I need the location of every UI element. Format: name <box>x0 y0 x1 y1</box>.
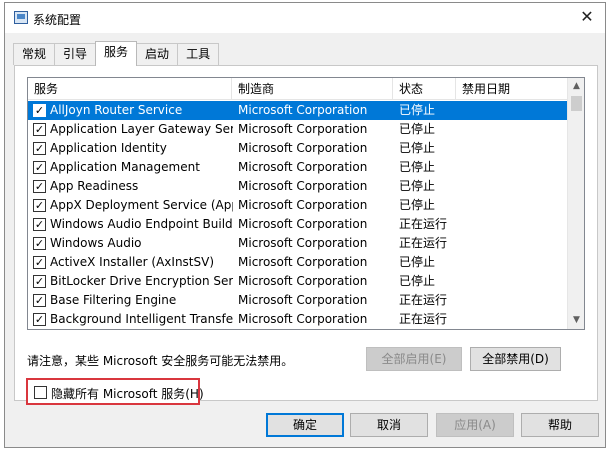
close-button[interactable]: ✕ <box>575 6 599 28</box>
service-name-cell: App Readiness <box>50 179 139 193</box>
manufacturer-cell: Microsoft Corporation <box>238 329 398 330</box>
table-row[interactable]: ✓ ActiveX Installer (AxInstSV) Microsoft C… <box>28 253 567 272</box>
system-config-icon <box>14 11 28 24</box>
service-name-cell: Application Management <box>50 160 200 174</box>
scroll-down-icon[interactable]: ▼ <box>568 312 584 329</box>
services-list: 服务 制造商 状态 禁用日期 ✓ AllJoyn Router Service Mi… <box>27 77 585 330</box>
hide-ms-services-highlight: 隐藏所有 Microsoft 服务(H) <box>26 378 204 405</box>
status-cell: 正在运行 <box>399 217 448 231</box>
manufacturer-cell: Microsoft Corporation <box>238 198 368 212</box>
service-name-cell: Background Tasks Infrastructure ... <box>50 329 233 330</box>
table-row[interactable]: ✓ Windows Audio Endpoint Builder Microsoft… <box>28 215 567 234</box>
table-row[interactable]: ✓ AppX Deployment Service (AppX... Microso… <box>28 196 567 215</box>
manufacturer-cell: Microsoft Corporation <box>238 274 368 288</box>
service-checkbox[interactable]: ✓ <box>33 294 46 307</box>
manufacturer-cell: Microsoft Corporation <box>238 122 368 136</box>
status-cell: 已停止 <box>399 122 436 136</box>
service-name-cell: AllJoyn Router Service <box>50 103 183 117</box>
status-cell: 已停止 <box>399 141 436 155</box>
service-checkbox[interactable]: ✓ <box>33 104 46 117</box>
table-row[interactable]: ✓ BitLocker Drive Encryption Service Micro… <box>28 272 567 291</box>
column-header-manufacturer[interactable]: 制造商 <box>232 78 393 100</box>
apply-button[interactable]: 应用(A) <box>436 413 514 437</box>
status-cell: 已停止 <box>399 274 436 288</box>
status-cell: 已停止 <box>399 160 436 174</box>
help-button[interactable]: 帮助 <box>521 413 599 437</box>
tab-tools[interactable]: 工具 <box>177 43 220 65</box>
service-name-cell: Windows Audio <box>50 236 142 250</box>
table-row[interactable]: ✓ Application Management Microsoft Corpora… <box>28 158 567 177</box>
enable-all-button[interactable]: 全部启用(E) <box>366 347 462 371</box>
table-row[interactable]: ✓Background Tasks Infrastructure ...Micr… <box>28 329 567 330</box>
scroll-thumb[interactable] <box>571 96 582 111</box>
title-bar: 系统配置 ✕ <box>5 3 605 33</box>
services-panel: 服务 制造商 状态 禁用日期 ✓ AllJoyn Router Service Mi… <box>14 65 598 405</box>
manufacturer-cell: Microsoft Corporation <box>238 217 368 231</box>
manufacturer-cell: Microsoft Corporation <box>238 179 368 193</box>
hide-ms-services-label[interactable]: 隐藏所有 Microsoft 服务(H) <box>51 385 204 402</box>
tab-bar: 常规 引导 服务 启动 工具 <box>13 41 220 66</box>
column-header-disabled-date[interactable]: 禁用日期 <box>456 78 567 100</box>
hide-ms-services-checkbox[interactable] <box>34 386 47 399</box>
window-title: 系统配置 <box>33 13 82 27</box>
status-cell: 已停止 <box>399 179 436 193</box>
service-name-cell: Application Layer Gateway Service <box>50 122 233 136</box>
table-row[interactable]: ✓ Application Layer Gateway Service Micros… <box>28 120 567 139</box>
scroll-up-icon[interactable]: ▲ <box>568 78 584 95</box>
column-header-service[interactable]: 服务 <box>28 78 232 100</box>
service-checkbox[interactable]: ✓ <box>33 275 46 288</box>
service-checkbox[interactable]: ✓ <box>33 218 46 231</box>
status-cell: 正在运行 <box>399 236 448 250</box>
service-name-cell: Application Identity <box>50 141 167 155</box>
table-row[interactable]: ✓ AllJoyn Router Service Microsoft Corpora… <box>28 101 567 120</box>
manufacturer-cell: Microsoft Corporation <box>238 160 368 174</box>
manufacturer-cell: Microsoft Corporation <box>238 255 368 269</box>
status-cell: 正在运行 <box>399 329 455 330</box>
tab-boot[interactable]: 引导 <box>54 43 97 65</box>
column-header-status[interactable]: 状态 <box>393 78 456 100</box>
tab-startup[interactable]: 启动 <box>136 43 179 65</box>
table-row[interactable]: ✓ App Readiness Microsoft Corporation 已停止 <box>28 177 567 196</box>
services-rows: ✓ AllJoyn Router Service Microsoft Corpora… <box>28 101 567 330</box>
status-cell: 已停止 <box>399 198 436 212</box>
service-checkbox[interactable]: ✓ <box>33 180 46 193</box>
service-name-cell: Windows Audio Endpoint Builder <box>50 217 233 231</box>
ok-button[interactable]: 确定 <box>266 413 344 437</box>
service-name-cell: Background Intelligent Transfer ... <box>50 312 233 326</box>
manufacturer-cell: Microsoft Corporation <box>238 236 368 250</box>
cancel-button[interactable]: 取消 <box>350 413 428 437</box>
table-row[interactable]: ✓ Windows Audio Microsoft Corporation 正在运行 <box>28 234 567 253</box>
vertical-scrollbar[interactable]: ▲ ▼ <box>567 78 584 329</box>
manufacturer-cell: Microsoft Corporation <box>238 312 368 326</box>
service-checkbox[interactable]: ✓ <box>33 313 46 326</box>
manufacturer-cell: Microsoft Corporation <box>238 103 368 117</box>
service-checkbox[interactable]: ✓ <box>33 237 46 250</box>
status-cell: 已停止 <box>399 255 436 269</box>
service-name-cell: AppX Deployment Service (AppX... <box>50 198 233 212</box>
service-checkbox[interactable]: ✓ <box>33 161 46 174</box>
service-checkbox[interactable]: ✓ <box>33 123 46 136</box>
table-row[interactable]: ✓ Base Filtering Engine Microsoft Corporat… <box>28 291 567 310</box>
service-name-cell: ActiveX Installer (AxInstSV) <box>50 255 215 269</box>
list-header: 服务 制造商 状态 禁用日期 <box>28 78 567 100</box>
disable-all-button[interactable]: 全部禁用(D) <box>470 347 561 371</box>
status-cell: 正在运行 <box>399 293 448 307</box>
manufacturer-cell: Microsoft Corporation <box>238 293 368 307</box>
service-name-cell: Base Filtering Engine <box>50 293 177 307</box>
notice-text: 请注意，某些 Microsoft 安全服务可能无法禁用。 <box>27 354 294 368</box>
manufacturer-cell: Microsoft Corporation <box>238 141 368 155</box>
service-name-cell: BitLocker Drive Encryption Service <box>50 274 233 288</box>
table-row[interactable]: ✓ Application Identity Microsoft Corporati… <box>28 139 567 158</box>
status-cell: 已停止 <box>399 103 436 117</box>
tab-services[interactable]: 服务 <box>95 41 138 66</box>
service-checkbox[interactable]: ✓ <box>33 142 46 155</box>
tab-general[interactable]: 常规 <box>13 43 56 65</box>
table-row[interactable]: ✓ Background Intelligent Transfer ... Micr… <box>28 310 567 329</box>
system-config-window: 系统配置 ✕ 常规 引导 服务 启动 工具 服务 制造商 状态 禁用日期 ✓ Al… <box>4 2 606 448</box>
service-checkbox[interactable]: ✓ <box>33 256 46 269</box>
service-checkbox[interactable]: ✓ <box>33 199 46 212</box>
status-cell: 正在运行 <box>399 312 448 326</box>
